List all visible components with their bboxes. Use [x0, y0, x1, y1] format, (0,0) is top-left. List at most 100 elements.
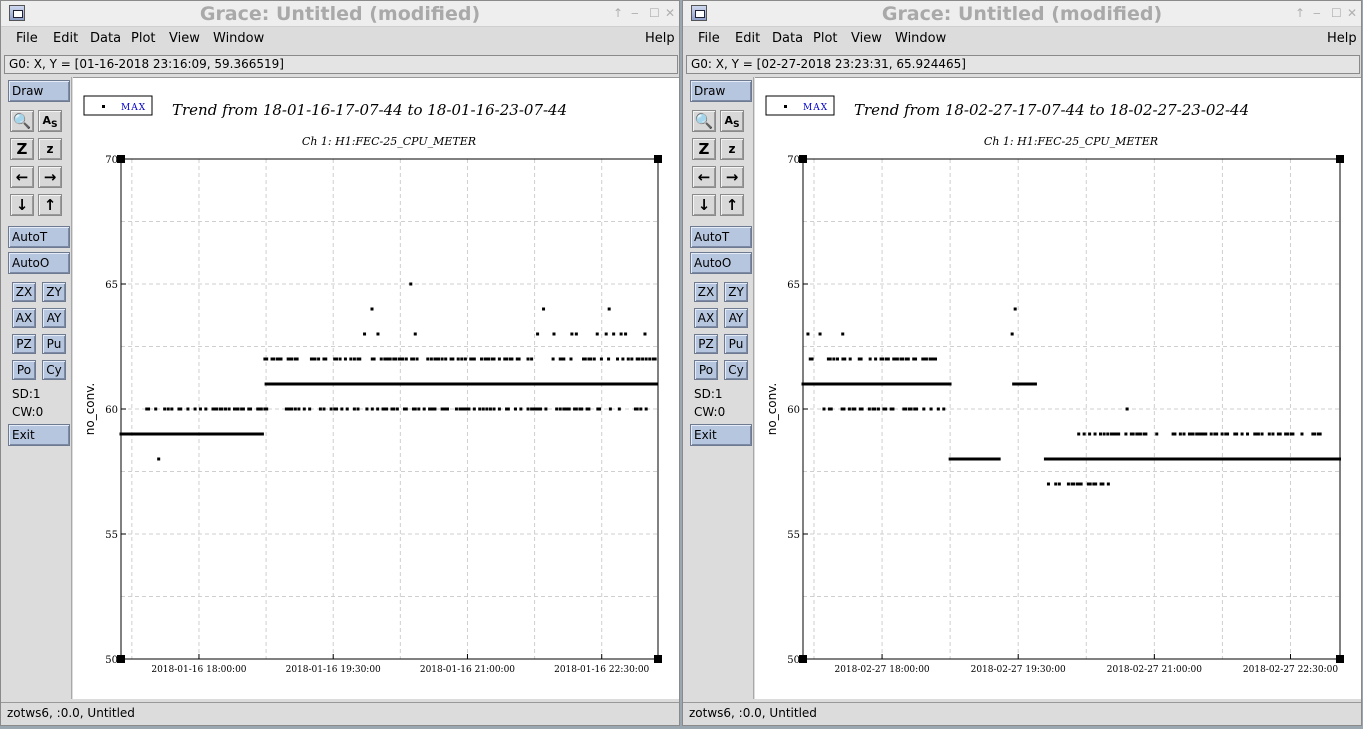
- autoo-button[interactable]: AutoO: [690, 252, 752, 274]
- arrow-down-icon[interactable]: ↓: [10, 194, 34, 216]
- close-icon[interactable]: ✕: [665, 6, 675, 20]
- exit-button[interactable]: Exit: [690, 424, 752, 446]
- corner-handle-tr[interactable]: [654, 155, 662, 163]
- data-point: [1204, 432, 1208, 436]
- corner-handle-tl[interactable]: [117, 155, 125, 163]
- maximize-icon[interactable]: ☐: [1331, 6, 1342, 20]
- corner-handle-tl[interactable]: [799, 155, 807, 163]
- menu-file[interactable]: File: [698, 31, 720, 46]
- zx-button[interactable]: ZX: [12, 282, 36, 302]
- arrow-down-icon[interactable]: ↓: [692, 194, 716, 216]
- data-point: [829, 407, 833, 411]
- cy-button[interactable]: Cy: [724, 360, 748, 380]
- legend-marker: [784, 105, 787, 108]
- data-point: [488, 407, 492, 411]
- arrow-left-icon[interactable]: ←: [10, 166, 34, 188]
- data-point: [1106, 482, 1110, 486]
- pz-button[interactable]: PZ: [694, 334, 718, 354]
- arrow-up-icon[interactable]: ↑: [720, 194, 744, 216]
- data-point: [170, 407, 174, 411]
- arrow-right-icon[interactable]: →: [38, 166, 62, 188]
- draw-button[interactable]: Draw: [690, 80, 752, 102]
- exit-button[interactable]: Exit: [8, 424, 70, 446]
- minimize-icon[interactable]: ‒: [1313, 6, 1321, 20]
- data-point: [587, 407, 591, 411]
- data-point: [322, 407, 326, 411]
- po-button[interactable]: Po: [12, 360, 36, 380]
- close-icon[interactable]: ✕: [1347, 6, 1357, 20]
- plot-canvas[interactable]: MAX Trend from 18-01-16-17-07-44 to 18-0…: [73, 77, 679, 699]
- data-point: [592, 357, 596, 361]
- corner-handle-bl[interactable]: [117, 655, 125, 663]
- title-bar[interactable]: Grace: Untitled (modified) ↑ ‒ ☐ ✕: [1, 1, 679, 27]
- zy-button[interactable]: ZY: [724, 282, 748, 302]
- menu-view[interactable]: View: [851, 31, 882, 46]
- menu-help[interactable]: Help: [645, 31, 675, 46]
- keep-above-icon[interactable]: ↑: [613, 6, 623, 20]
- corner-handle-bl[interactable]: [799, 655, 807, 663]
- menu-edit[interactable]: Edit: [53, 31, 78, 46]
- data-point: [370, 407, 374, 411]
- pu-button[interactable]: Pu: [724, 334, 748, 354]
- keep-above-icon[interactable]: ↑: [1295, 6, 1305, 20]
- title-bar[interactable]: Grace: Untitled (modified) ↑ ‒ ☐ ✕: [683, 1, 1361, 27]
- menu-data[interactable]: Data: [772, 31, 803, 46]
- ax-button[interactable]: AX: [12, 308, 36, 328]
- zoom-icon[interactable]: 🔍: [10, 110, 34, 132]
- ay-button[interactable]: AY: [42, 308, 66, 328]
- grace-window-right: Grace: Untitled (modified) ↑ ‒ ☐ ✕ File …: [682, 0, 1362, 726]
- menu-help[interactable]: Help: [1327, 31, 1357, 46]
- po-button[interactable]: Po: [694, 360, 718, 380]
- data-point: [394, 357, 398, 361]
- data-point: [607, 307, 611, 311]
- autoo-button[interactable]: AutoO: [8, 252, 70, 274]
- corner-handle-br[interactable]: [654, 655, 662, 663]
- plot-canvas[interactable]: MAX Trend from 18-02-27-17-07-44 to 18-0…: [755, 77, 1361, 699]
- autoscale-text-icon[interactable]: AS: [38, 110, 62, 132]
- chart-title: Trend from 18-01-16-17-07-44 to 18-01-16…: [172, 101, 567, 119]
- zoom-in-icon[interactable]: Z: [692, 138, 716, 160]
- trend-chart: MAX Trend from 18-01-16-17-07-44 to 18-0…: [83, 95, 662, 675]
- zoom-icon[interactable]: 🔍: [692, 110, 716, 132]
- menu-plot[interactable]: Plot: [813, 31, 838, 46]
- menu-edit[interactable]: Edit: [735, 31, 760, 46]
- x-tick-label: 2018-01-16 18:00:00: [151, 665, 246, 675]
- data-point: [1010, 332, 1014, 336]
- zoom-in-icon[interactable]: Z: [10, 138, 34, 160]
- data-point: [574, 332, 578, 336]
- ay-button[interactable]: AY: [724, 308, 748, 328]
- arrow-right-icon[interactable]: →: [720, 166, 744, 188]
- zoom-out-icon[interactable]: z: [720, 138, 744, 160]
- menu-window[interactable]: Window: [213, 31, 264, 46]
- y-tick-label: 70: [787, 155, 800, 166]
- data-point: [552, 332, 556, 336]
- autot-button[interactable]: AutoT: [690, 226, 752, 248]
- menu-view[interactable]: View: [169, 31, 200, 46]
- data-point: [884, 407, 888, 411]
- corner-handle-tr[interactable]: [1336, 155, 1344, 163]
- data-point: [1337, 457, 1341, 461]
- zoom-out-icon[interactable]: z: [38, 138, 62, 160]
- minimize-icon[interactable]: ‒: [631, 6, 639, 20]
- pu-button[interactable]: Pu: [42, 334, 66, 354]
- autot-button[interactable]: AutoT: [8, 226, 70, 248]
- cy-button[interactable]: Cy: [42, 360, 66, 380]
- menu-window[interactable]: Window: [895, 31, 946, 46]
- corner-handle-br[interactable]: [1336, 655, 1344, 663]
- draw-button[interactable]: Draw: [8, 80, 70, 102]
- data-point: [497, 407, 501, 411]
- menu-file[interactable]: File: [16, 31, 38, 46]
- menu-data[interactable]: Data: [90, 31, 121, 46]
- data-point: [334, 357, 338, 361]
- maximize-icon[interactable]: ☐: [649, 6, 660, 20]
- zy-button[interactable]: ZY: [42, 282, 66, 302]
- autoscale-text-icon[interactable]: AS: [720, 110, 744, 132]
- data-point: [936, 407, 940, 411]
- zx-button[interactable]: ZX: [694, 282, 718, 302]
- menu-plot[interactable]: Plot: [131, 31, 156, 46]
- arrow-left-icon[interactable]: ←: [692, 166, 716, 188]
- arrow-up-icon[interactable]: ↑: [38, 194, 62, 216]
- ax-button[interactable]: AX: [694, 308, 718, 328]
- pz-button[interactable]: PZ: [12, 334, 36, 354]
- y-tick-label: 50: [105, 655, 118, 666]
